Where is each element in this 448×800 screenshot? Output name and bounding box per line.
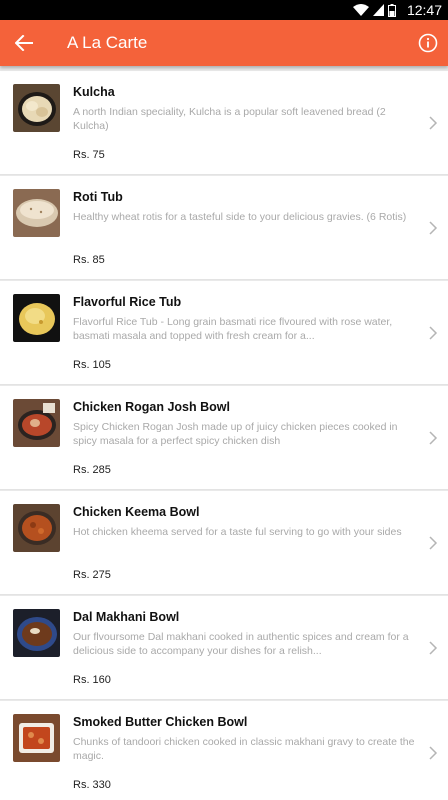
back-button[interactable] bbox=[12, 31, 36, 55]
item-image-roti-tub bbox=[13, 189, 60, 237]
item-description: Flavorful Rice Tub - Long grain basmati … bbox=[73, 316, 393, 342]
item-description: Spicy Chicken Rogan Josh made up of juic… bbox=[73, 421, 398, 447]
list-item[interactable]: Chicken Rogan Josh Bowl Spicy Chicken Ro… bbox=[0, 386, 448, 490]
list-item[interactable]: Smoked Butter Chicken Bowl Chunks of tan… bbox=[0, 701, 448, 800]
status-time: 12:47 bbox=[406, 2, 442, 18]
item-image-smoked-butter-chicken bbox=[13, 714, 60, 762]
item-image-chicken-rogan-josh bbox=[13, 399, 60, 447]
menu-list: Kulcha A north Indian speciality, Kulcha… bbox=[0, 66, 448, 800]
page-title: A La Carte bbox=[67, 33, 148, 52]
item-image-flavorful-rice-tub bbox=[13, 294, 60, 342]
item-image-dal-makhani bbox=[13, 609, 60, 657]
item-price: Rs. 75 bbox=[73, 149, 105, 161]
item-name: Smoked Butter Chicken Bowl bbox=[73, 715, 248, 729]
arrow-left-icon bbox=[15, 35, 33, 51]
status-bar: 12:47 bbox=[0, 0, 448, 20]
list-item[interactable]: Dal Makhani Bowl Our flvoursome Dal makh… bbox=[0, 596, 448, 700]
item-price: Rs. 330 bbox=[73, 779, 111, 791]
item-name: Dal Makhani Bowl bbox=[73, 610, 180, 624]
chevron-right-icon bbox=[429, 221, 438, 235]
item-image-chicken-keema bbox=[13, 504, 60, 552]
info-button[interactable] bbox=[417, 32, 439, 54]
item-description: A north Indian speciality, Kulcha is a p… bbox=[73, 106, 386, 132]
item-name: Flavorful Rice Tub bbox=[73, 295, 182, 309]
item-description: Chunks of tandoori chicken cooked in cla… bbox=[73, 736, 415, 762]
item-price: Rs. 285 bbox=[73, 464, 111, 476]
chevron-right-icon bbox=[429, 641, 438, 655]
signal-icon bbox=[373, 4, 384, 16]
app-bar: A La Carte bbox=[0, 20, 448, 66]
item-name: Chicken Rogan Josh Bowl bbox=[73, 400, 230, 414]
item-description: Healthy wheat rotis for a tasteful side … bbox=[73, 211, 407, 223]
chevron-right-icon bbox=[429, 746, 438, 760]
info-icon bbox=[418, 33, 438, 53]
item-price: Rs. 85 bbox=[73, 254, 105, 266]
wifi-icon bbox=[353, 4, 369, 16]
chevron-right-icon bbox=[429, 536, 438, 550]
item-image-kulcha bbox=[13, 84, 60, 132]
battery-icon bbox=[388, 3, 396, 17]
status-icons bbox=[353, 3, 396, 17]
chevron-right-icon bbox=[429, 116, 438, 130]
list-item[interactable]: Flavorful Rice Tub Flavorful Rice Tub - … bbox=[0, 281, 448, 385]
list-item[interactable]: Chicken Keema Bowl Hot chicken kheema se… bbox=[0, 491, 448, 595]
item-name: Roti Tub bbox=[73, 190, 123, 204]
item-description: Our flvoursome Dal makhani cooked in aut… bbox=[73, 631, 409, 657]
item-name: Kulcha bbox=[73, 85, 115, 99]
item-price: Rs. 275 bbox=[73, 569, 111, 581]
item-name: Chicken Keema Bowl bbox=[73, 505, 200, 519]
chevron-right-icon bbox=[429, 431, 438, 445]
list-item[interactable]: Roti Tub Healthy wheat rotis for a taste… bbox=[0, 176, 448, 280]
item-price: Rs. 160 bbox=[73, 674, 111, 686]
chevron-right-icon bbox=[429, 326, 438, 340]
list-item[interactable]: Kulcha A north Indian speciality, Kulcha… bbox=[0, 71, 448, 175]
item-price: Rs. 105 bbox=[73, 359, 111, 371]
item-description: Hot chicken kheema served for a taste fu… bbox=[73, 526, 402, 538]
